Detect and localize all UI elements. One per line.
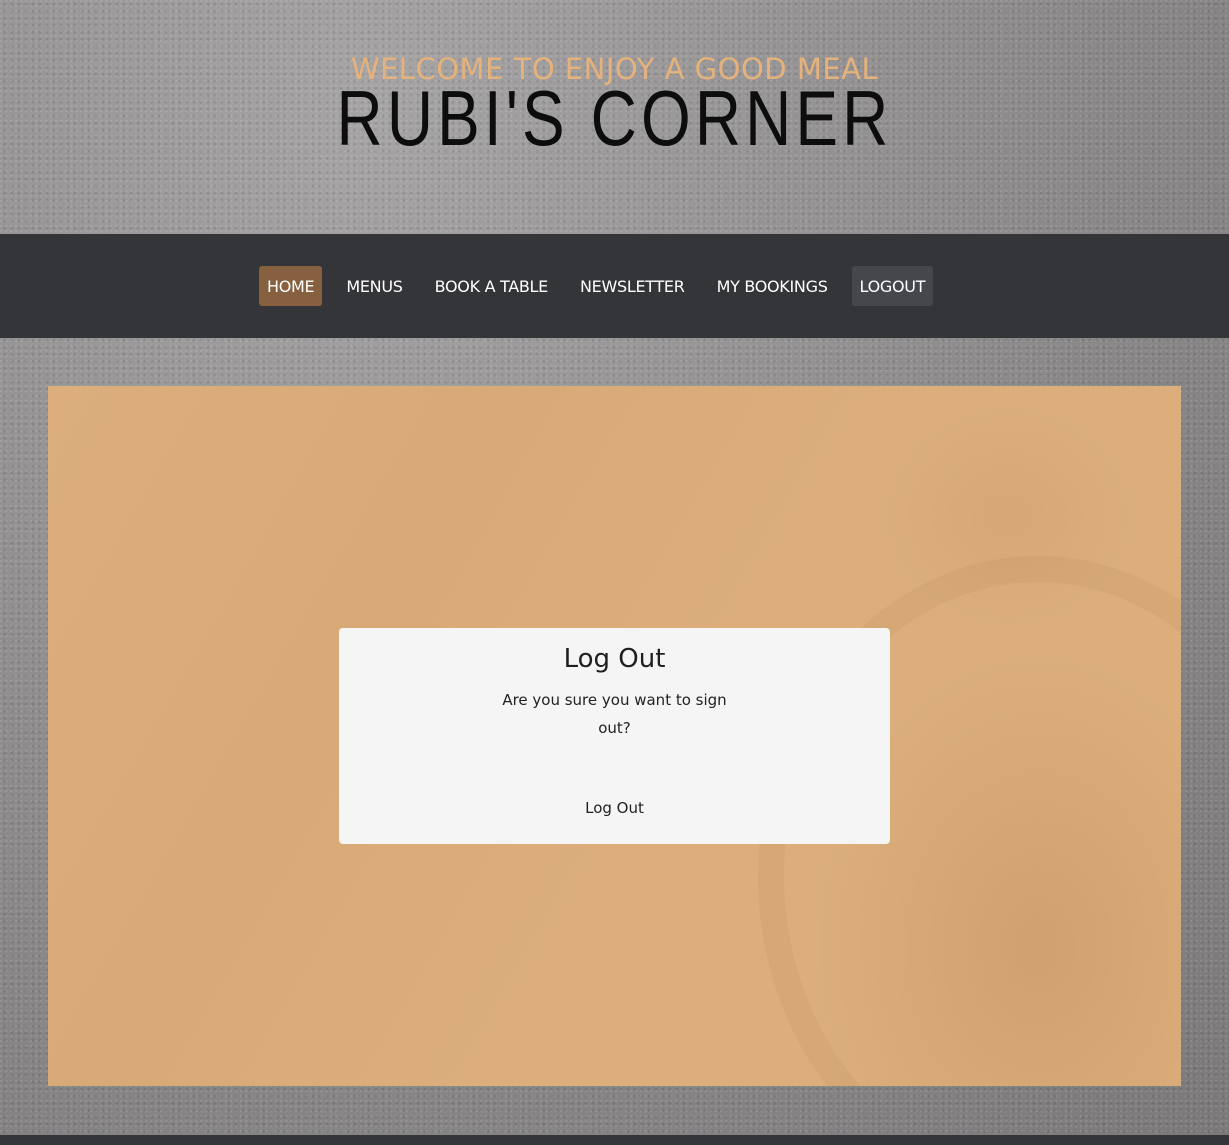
logout-title: Log Out	[563, 644, 666, 674]
footer-strip	[0, 1135, 1229, 1145]
logout-button[interactable]: Log Out	[561, 794, 668, 822]
brand-title: RUBI'S CORNER	[336, 74, 893, 162]
main-panel: Log Out Are you sure you want to sign ou…	[48, 386, 1181, 1086]
nav-item-home[interactable]: HOME	[259, 266, 323, 306]
nav-item-menus[interactable]: MENUS	[338, 266, 410, 306]
nav-item-book-a-table[interactable]: BOOK A TABLE	[427, 266, 556, 306]
site-header: WELCOME TO ENJOY A GOOD MEAL RUBI'S CORN…	[0, 0, 1229, 234]
nav-list: HOME MENUS BOOK A TABLE NEWSLETTER MY BO…	[259, 266, 934, 306]
nav-item-logout[interactable]: LOGOUT	[851, 266, 934, 306]
main-navbar: HOME MENUS BOOK A TABLE NEWSLETTER MY BO…	[0, 234, 1229, 338]
nav-item-my-bookings[interactable]: MY BOOKINGS	[709, 266, 836, 306]
nav-item-newsletter[interactable]: NEWSLETTER	[572, 266, 693, 306]
logout-message: Are you sure you want to sign out?	[502, 691, 727, 737]
logout-card: Log Out Are you sure you want to sign ou…	[339, 628, 890, 844]
